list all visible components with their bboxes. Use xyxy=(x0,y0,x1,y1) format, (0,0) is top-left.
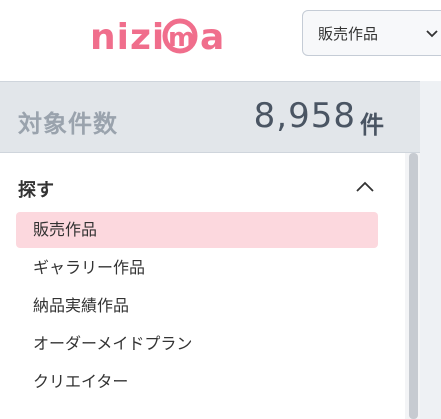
nav-item-label: 販売作品 xyxy=(33,220,98,239)
nav-item-label: 納品実績作品 xyxy=(33,296,130,315)
search-section-title: 探す xyxy=(18,180,54,201)
chevron-down-icon xyxy=(426,30,438,38)
svg-text:m: m xyxy=(168,23,195,53)
category-select[interactable]: 販売作品 xyxy=(302,10,441,56)
nav-item-label: クリエイター xyxy=(33,372,129,391)
nav-item-label: ギャラリー作品 xyxy=(33,258,146,277)
nav-item-creators[interactable]: クリエイター xyxy=(16,364,378,400)
svg-text:a: a xyxy=(200,17,224,58)
category-select-value: 販売作品 xyxy=(318,24,379,43)
result-count-bar: 対象件数 8,958 件 xyxy=(0,81,420,153)
nav-item-delivered-works[interactable]: 納品実績作品 xyxy=(16,288,378,324)
svg-text:nizi: nizi xyxy=(90,17,165,58)
scrollbar-thumb[interactable] xyxy=(409,153,418,419)
chevron-up-icon[interactable] xyxy=(352,176,378,198)
nav-item-label: オーダーメイドプラン xyxy=(33,334,193,353)
result-count-unit: 件 xyxy=(360,111,384,139)
nizima-logo[interactable]: nizi m a xyxy=(90,13,246,63)
nav-item-gallery-works[interactable]: ギャラリー作品 xyxy=(16,250,378,286)
result-count-label: 対象件数 xyxy=(18,110,118,138)
side-panel-edge xyxy=(420,81,441,419)
nav-item-sale-works[interactable]: 販売作品 xyxy=(16,212,378,248)
result-count-value: 8,958 xyxy=(253,96,356,136)
nav-item-custom-order-plans[interactable]: オーダーメイドプラン xyxy=(16,326,378,362)
header: nizi m a 販売作品 xyxy=(0,0,441,81)
